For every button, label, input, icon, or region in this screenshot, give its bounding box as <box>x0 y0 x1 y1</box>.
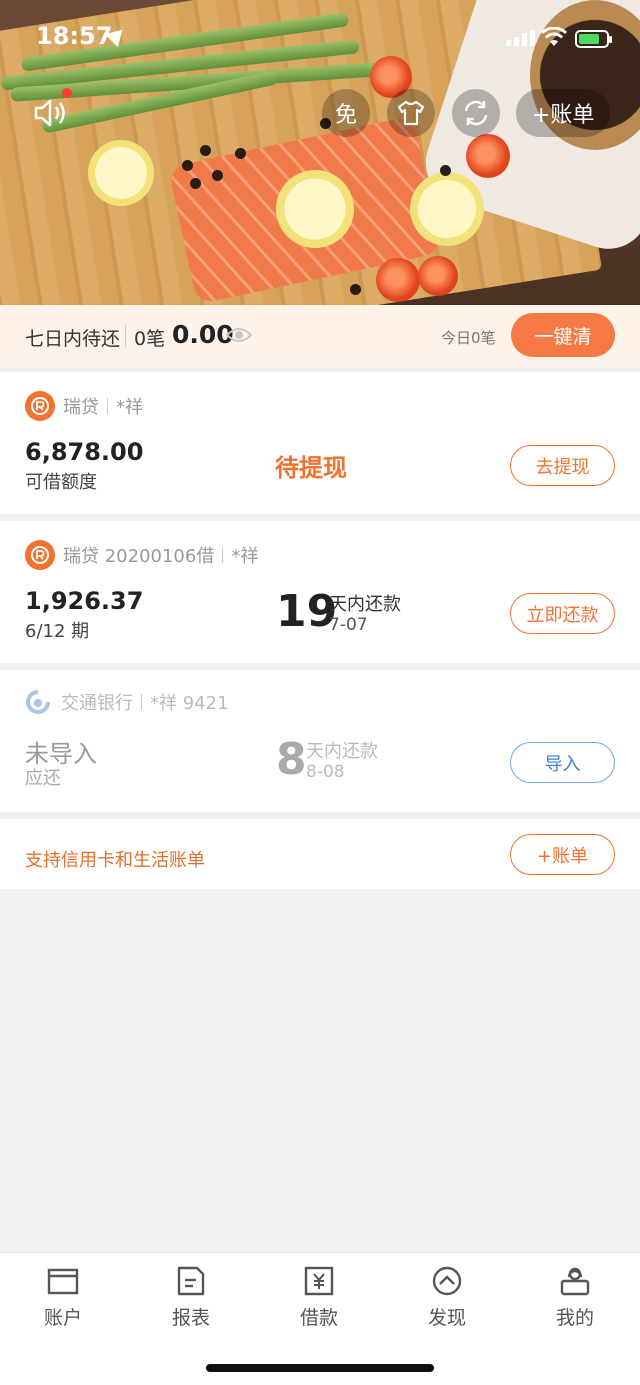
home-indicator <box>206 1364 434 1372</box>
card-header: 交通银行 *祥 9421 <box>25 689 229 715</box>
summary-amount: 0.00 <box>172 320 234 349</box>
eye-icon[interactable] <box>226 326 252 344</box>
status-bar: 18:57 <box>0 0 640 76</box>
loan-icon <box>304 1266 334 1296</box>
tab-loan[interactable]: 借款 <box>274 1265 364 1330</box>
tab-discover[interactable]: 发现 <box>402 1265 492 1330</box>
status-time: 18:57 <box>36 22 113 50</box>
card-header: 瑞贷 20200106借 *祥 <box>25 540 258 570</box>
holder-name: *祥 <box>231 546 259 567</box>
bank-logo-icon <box>26 690 50 714</box>
pending-withdraw-status: 待提现 <box>275 454 347 482</box>
ruidai-logo-icon <box>25 540 55 570</box>
installment-label: 6/12 期 <box>25 621 90 642</box>
due-amount-label: 应还 <box>25 768 61 789</box>
withdraw-button[interactable]: 去提现 <box>510 445 615 486</box>
summary-label: 七日内待还 <box>25 328 121 350</box>
loan-card-ruidai-credit[interactable]: 瑞贷 *祥 6,878.00 可借额度 待提现 去提现 <box>0 372 640 514</box>
one-click-clear-button[interactable]: 一键清 <box>511 313 615 357</box>
add-bill-top-button[interactable]: +账单 <box>516 89 611 137</box>
discover-icon <box>432 1266 462 1296</box>
tab-label: 报表 <box>171 1307 210 1329</box>
wallet-icon <box>47 1268 79 1295</box>
amount-label: 可借额度 <box>25 472 97 493</box>
summary-count: 0笔 <box>134 328 166 350</box>
bank-name: 交通银行 <box>61 693 133 714</box>
tab-profile[interactable]: 我的 <box>530 1265 620 1330</box>
tab-label: 发现 <box>427 1307 466 1329</box>
refresh-icon <box>464 100 488 126</box>
days-label: 天内还款 <box>329 594 401 615</box>
tab-label: 账户 <box>43 1307 82 1329</box>
tab-report[interactable]: 报表 <box>146 1265 236 1330</box>
lender-name: 瑞贷 20200106借 <box>63 546 215 567</box>
notification-dot <box>62 88 72 98</box>
holder-name: *祥 <box>116 397 143 418</box>
tab-label: 借款 <box>299 1307 338 1329</box>
battery-icon <box>575 30 612 48</box>
lender-name: 瑞贷 <box>63 397 99 418</box>
theme-skin-button[interactable] <box>387 89 435 137</box>
card-header: 瑞贷 *祥 <box>25 391 143 421</box>
credit-card-bocom[interactable]: 交通银行 *祥 9421 未导入 应还 8 天内还款 8-08 导入 <box>0 670 640 812</box>
add-bill-button[interactable]: +账单 <box>510 834 615 875</box>
due-date: 7-07 <box>329 615 368 635</box>
signal-icon <box>506 30 535 46</box>
today-count: 今日0笔 <box>441 329 496 347</box>
holder-name: *祥 9421 <box>150 693 229 714</box>
repay-amount: 1,926.37 <box>25 587 144 615</box>
due-date: 8-08 <box>306 762 345 782</box>
profile-icon <box>560 1267 590 1296</box>
promo-text: 支持信用卡和生活账单 <box>25 850 205 871</box>
speaker-icon[interactable] <box>32 96 72 130</box>
report-icon <box>177 1266 205 1296</box>
credit-amount: 6,878.00 <box>25 438 144 466</box>
shirt-icon <box>397 100 425 126</box>
wifi-icon <box>541 27 567 46</box>
loan-card-ruidai-loan[interactable]: 瑞贷 20200106借 *祥 1,926.37 6/12 期 19 天内还款 … <box>0 521 640 663</box>
refresh-button[interactable] <box>452 89 500 137</box>
tab-account[interactable]: 账户 <box>18 1265 108 1330</box>
repay-now-button[interactable]: 立即还款 <box>510 593 615 634</box>
ruidai-logo-icon <box>25 391 55 421</box>
days-label: 天内还款 <box>306 741 378 762</box>
tab-label: 我的 <box>555 1307 594 1329</box>
free-button[interactable]: 免 <box>322 89 370 137</box>
days-remaining: 8 <box>276 734 307 785</box>
import-button[interactable]: 导入 <box>510 742 615 783</box>
add-bill-promo: 支持信用卡和生活账单 +账单 <box>0 819 640 889</box>
